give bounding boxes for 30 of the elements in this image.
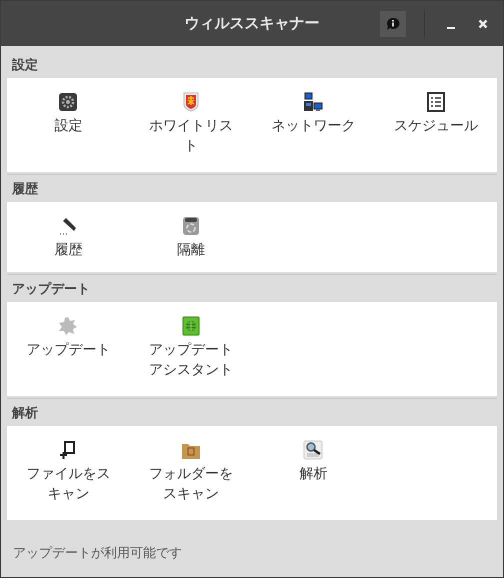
tool-item[interactable]: 設定 [7,92,130,156]
recycle-bin-icon [180,216,201,236]
info-icon [386,16,400,30]
tool-item[interactable]: 履歴 [7,216,130,260]
section-title: アップデート [11,280,91,299]
close-icon [478,18,488,28]
shield-icon [180,92,201,112]
tool-item[interactable]: スケジュール [374,92,497,156]
tool-item[interactable]: ホワイトリスト [130,92,252,156]
pencil-icon [58,216,78,236]
globe-icon [180,316,201,336]
status-text: アップデートが利用可能です [12,545,183,564]
tool-item[interactable]: ネットワーク [252,92,374,156]
gear-icon [58,92,78,112]
tool-item[interactable]: 隔離 [130,216,252,260]
network-icon [303,92,324,112]
section-title: 設定 [10,56,39,75]
section-title: 履歴 [10,181,39,199]
window-title: ウィルススキャナー [184,13,320,34]
starburst-icon [58,316,78,336]
tool-item[interactable]: ファイルをスキャン [7,440,130,504]
tool-item[interactable]: フォルダーをスキャン [130,440,252,504]
tool-item[interactable]: アップデート [7,316,130,380]
info-button[interactable] [380,10,406,36]
magnifier-icon [303,440,324,460]
tool-item[interactable]: アップデートアシスタント [130,316,252,380]
tool-item[interactable]: 解析 [252,440,374,504]
list-icon [426,92,446,112]
minimize-icon [447,26,455,28]
section-title: 解析 [10,405,39,423]
